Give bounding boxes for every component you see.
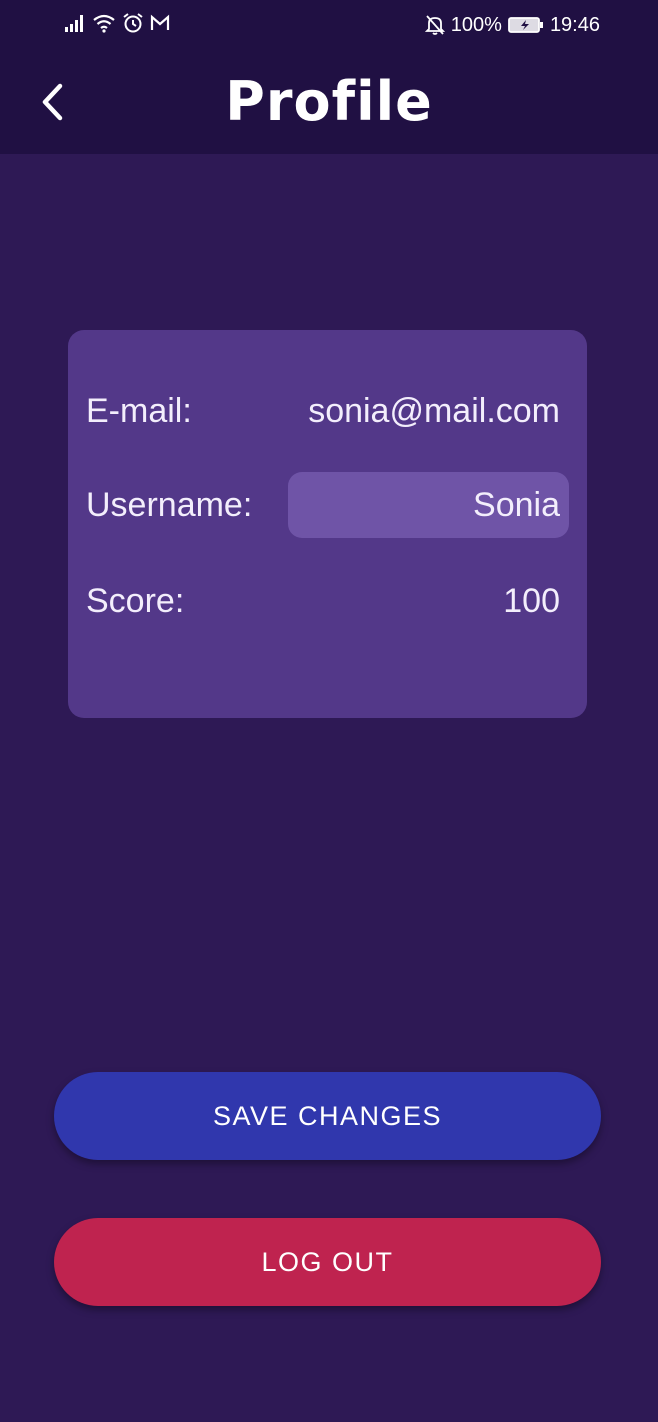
app-bar: Profile — [0, 52, 658, 154]
email-value: sonia@mail.com — [308, 392, 560, 430]
log-out-button[interactable]: LOG OUT — [54, 1218, 601, 1306]
alarm-icon — [122, 12, 144, 34]
status-icons-left — [64, 12, 170, 34]
bell-off-icon — [424, 14, 445, 36]
page-title: Profile — [225, 70, 433, 133]
profile-screen: 100% 19:46 Profile E-mail: sonia@mail.co… — [0, 0, 658, 1422]
battery-percent: 100% — [450, 14, 502, 36]
username-row: Username: — [68, 472, 587, 538]
clock: 19:46 — [549, 14, 600, 36]
header: 100% 19:46 Profile — [0, 0, 658, 154]
signal-icon — [64, 13, 86, 33]
gmail-icon — [150, 14, 170, 32]
score-label: Score: — [86, 582, 185, 620]
username-input[interactable] — [288, 472, 569, 538]
save-changes-button[interactable]: SAVE CHANGES — [54, 1072, 601, 1160]
email-row: E-mail: sonia@mail.com — [68, 378, 587, 444]
score-row: Score: 100 — [68, 568, 587, 634]
battery-charging-icon — [508, 16, 544, 34]
email-label: E-mail: — [86, 392, 192, 430]
status-icons-right: 100% 19:46 — [424, 12, 600, 38]
profile-card: E-mail: sonia@mail.com Username: Score: … — [68, 330, 587, 718]
username-label: Username: — [86, 486, 253, 524]
status-bar: 100% 19:46 — [0, 0, 658, 52]
score-value: 100 — [503, 582, 560, 620]
wifi-icon — [92, 13, 116, 33]
